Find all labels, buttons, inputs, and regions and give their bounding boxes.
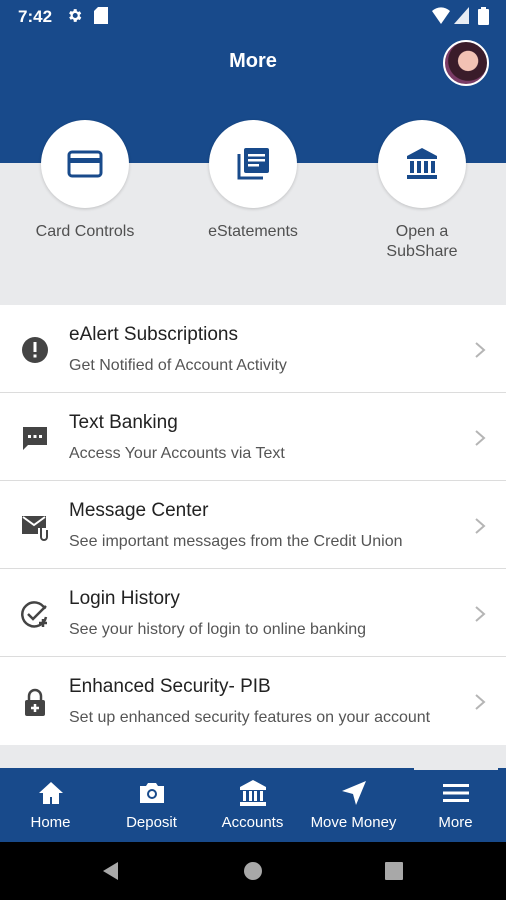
menu-item-subtitle: Access Your Accounts via Text (69, 445, 285, 462)
credit-card-icon (67, 150, 103, 178)
statements-icon (237, 148, 269, 180)
signal-icon (454, 7, 469, 24)
home-icon (38, 782, 63, 804)
menu-item-ealert-subscriptions[interactable]: eAlert Subscriptions Get Notified of Acc… (0, 305, 506, 393)
menu-item-subtitle: See your history of login to online bank… (69, 621, 367, 638)
chevron-right-icon (475, 606, 486, 622)
quick-action-label: Open a SubShare (386, 223, 458, 260)
back-icon[interactable] (100, 860, 122, 882)
alert-icon (22, 337, 48, 363)
bank-icon (407, 148, 437, 179)
quick-action-label: Card Controls (35, 223, 135, 240)
nav-more[interactable]: More (405, 768, 506, 842)
nav-home[interactable]: Home (0, 768, 101, 842)
menu-item-title: Enhanced Security- PIB (69, 676, 271, 697)
nav-deposit[interactable]: Deposit (101, 768, 202, 842)
open-subshare-button[interactable]: Open a SubShare (337, 120, 506, 262)
menu-item-subtitle: Get Notified of Account Activity (69, 357, 287, 374)
recents-icon[interactable] (385, 862, 403, 880)
menu-icon (442, 784, 469, 802)
quick-action-circle[interactable] (41, 120, 129, 208)
menu-item-enhanced-security[interactable]: Enhanced Security- PIB Set up enhanced s… (0, 657, 506, 745)
nav-label: Accounts (221, 814, 284, 831)
menu-item-message-center[interactable]: Message Center See important messages fr… (0, 481, 506, 569)
nav-label: Move Money (310, 814, 397, 831)
menu-list: eAlert Subscriptions Get Notified of Acc… (0, 305, 506, 745)
menu-item-subtitle: Set up enhanced security features on you… (69, 709, 431, 726)
menu-item-title: Login History (69, 588, 180, 609)
chat-icon (23, 427, 47, 450)
wifi-icon (432, 7, 450, 24)
menu-item-title: Text Banking (69, 412, 178, 433)
sd-card-icon (94, 7, 108, 24)
lock-icon (25, 688, 45, 716)
check-history-icon (21, 601, 48, 628)
avatar[interactable] (443, 40, 489, 86)
card-controls-button[interactable]: Card Controls (0, 120, 170, 242)
nav-label: More (438, 814, 473, 831)
chevron-right-icon (475, 694, 486, 710)
quick-action-circle[interactable] (378, 120, 466, 208)
nav-label: Home (30, 814, 71, 831)
home-button-icon[interactable] (243, 861, 263, 881)
estatements-button[interactable]: eStatements (168, 120, 338, 242)
nav-move-money[interactable]: Move Money (303, 768, 404, 842)
bank-icon (239, 780, 266, 806)
menu-item-title: eAlert Subscriptions (69, 324, 238, 345)
chevron-right-icon (475, 342, 486, 358)
menu-item-subtitle: See important messages from the Credit U… (69, 533, 403, 550)
chevron-right-icon (475, 430, 486, 446)
menu-item-text-banking[interactable]: Text Banking Access Your Accounts via Te… (0, 393, 506, 481)
status-time: 7:42 (18, 7, 53, 26)
quick-action-label: eStatements (208, 223, 298, 240)
nav-label: Deposit (126, 814, 177, 831)
status-bar: 7:42 (0, 0, 506, 33)
bottom-navigation: Home Deposit Accounts Move Money More (0, 766, 506, 842)
navigation-arrow-icon (341, 781, 366, 805)
menu-item-title: Message Center (69, 500, 209, 521)
quick-action-circle[interactable] (209, 120, 297, 208)
battery-icon (478, 7, 489, 25)
settings-icon (69, 9, 82, 22)
nav-accounts[interactable]: Accounts (202, 768, 303, 842)
system-navigation-bar (0, 842, 506, 900)
mail-icon (22, 516, 48, 541)
quick-actions: Card Controls eStatements Open a SubShar… (0, 120, 506, 304)
page-title: More (229, 50, 277, 72)
menu-item-login-history[interactable]: Login History See your history of login … (0, 569, 506, 657)
chevron-right-icon (475, 518, 486, 534)
camera-icon (139, 783, 164, 803)
